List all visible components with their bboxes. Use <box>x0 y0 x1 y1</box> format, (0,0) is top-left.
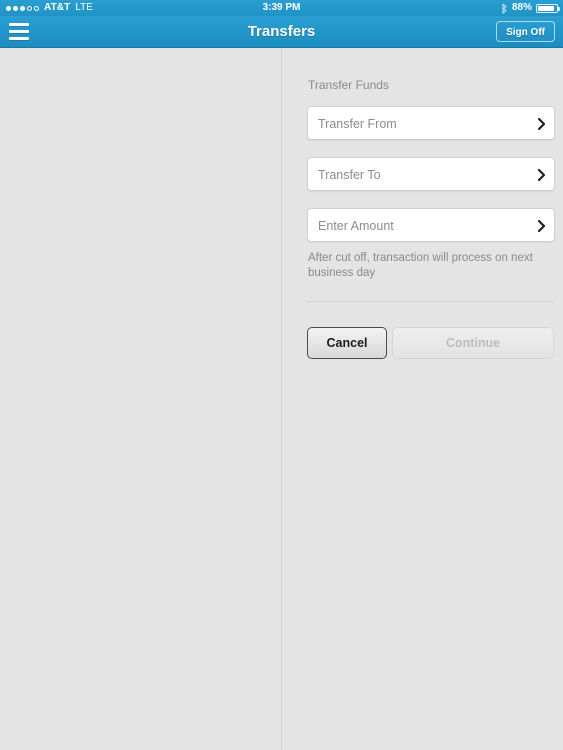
content-area: Transfer Funds Transfer From Transfer To… <box>0 48 563 750</box>
navigation-bar: Transfers Sign Off <box>0 16 563 48</box>
status-bar-right: 88% <box>501 0 560 16</box>
enter-amount-field[interactable]: Enter Amount <box>307 208 555 242</box>
section-title: Transfer Funds <box>308 78 389 92</box>
clock-label: 3:39 PM <box>262 2 301 13</box>
transfers-screen: AT&T LTE 3:39 PM 88% Transfers Sign Off … <box>0 0 563 750</box>
sign-off-button[interactable]: Sign Off <box>496 21 555 42</box>
page-title: Transfers <box>247 23 316 40</box>
transfer-from-label: Transfer From <box>318 117 397 131</box>
form-divider <box>306 301 554 302</box>
battery-percent-label: 88% <box>511 2 532 13</box>
transfer-from-field[interactable]: Transfer From <box>307 106 555 140</box>
continue-button: Continue <box>392 327 554 359</box>
left-empty-pane <box>0 48 281 750</box>
chevron-right-icon <box>538 169 545 181</box>
enter-amount-label: Enter Amount <box>318 219 394 233</box>
transfer-to-label: Transfer To <box>318 168 381 182</box>
status-bar: AT&T LTE 3:39 PM 88% <box>0 0 563 16</box>
cutoff-helper-text: After cut off, transaction will process … <box>308 252 533 279</box>
cancel-button[interactable]: Cancel <box>307 327 387 359</box>
transfer-to-field[interactable]: Transfer To <box>307 157 555 191</box>
chevron-right-icon <box>538 118 545 130</box>
chevron-right-icon <box>538 220 545 232</box>
bluetooth-icon <box>501 3 508 14</box>
transfer-funds-panel: Transfer Funds Transfer From Transfer To… <box>281 48 563 750</box>
battery-icon <box>536 3 560 13</box>
